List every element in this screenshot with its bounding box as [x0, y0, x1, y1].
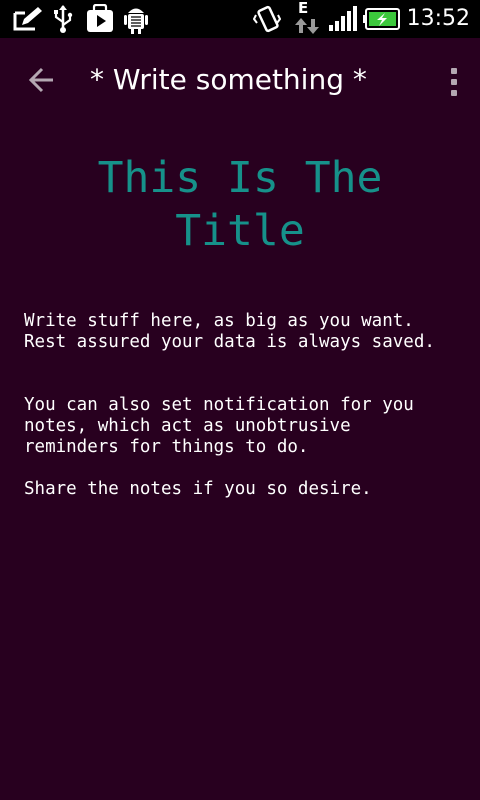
note-body-line: Rest assured your data is always saved. — [24, 332, 435, 352]
android-debug-icon — [124, 4, 148, 34]
page-title: * Write something * — [90, 63, 367, 96]
arrow-left-icon — [28, 67, 53, 93]
compose-notification-icon — [12, 4, 44, 34]
vertical-dots-icon — [451, 68, 457, 96]
note-title-line: This Is The — [97, 153, 383, 203]
note-body-line: Write stuff here, as big as you want. — [24, 311, 414, 331]
play-store-icon — [86, 4, 114, 34]
overflow-menu-button[interactable] — [442, 62, 466, 102]
clock: 13:52 — [406, 6, 470, 31]
note-title-line: Title — [175, 206, 305, 256]
vibrate-icon — [253, 4, 281, 34]
signal-icon — [328, 4, 358, 34]
note-body-line: Share the notes if you so desire. — [24, 479, 372, 499]
status-bar: E 13:52 — [0, 0, 480, 38]
back-button[interactable] — [18, 58, 64, 104]
usb-icon — [52, 4, 74, 34]
note-body-line: You can also set notification for you — [24, 395, 414, 415]
note-body[interactable]: Write stuff here, as big as you want. Re… — [24, 311, 464, 500]
network-type-label: E — [298, 0, 309, 17]
action-bar: * Write something * — [0, 38, 480, 122]
note-title[interactable]: This Is The Title — [40, 152, 440, 258]
note-body-line: reminders for things to do. — [24, 437, 309, 457]
battery-charging-icon — [363, 8, 401, 38]
note-body-line: notes, which act as unobtrusive — [24, 416, 351, 436]
